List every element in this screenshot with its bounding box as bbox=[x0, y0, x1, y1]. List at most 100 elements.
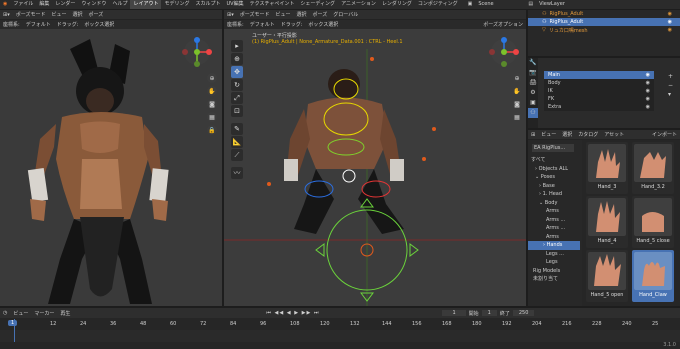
menu-edit[interactable]: 編集 bbox=[36, 0, 52, 9]
asset-tile[interactable]: Hand_4 bbox=[586, 196, 628, 248]
eye-icon[interactable]: ◉ bbox=[646, 72, 650, 78]
eye-icon[interactable]: ◉ bbox=[646, 88, 650, 94]
menu-select[interactable]: 選択 bbox=[293, 11, 309, 18]
grid-icon[interactable]: ▦ bbox=[512, 112, 522, 122]
hand-pan-icon[interactable]: ✋ bbox=[512, 86, 522, 96]
add-icon[interactable]: + bbox=[668, 72, 673, 81]
asset-tile[interactable]: Hand_3.2 bbox=[632, 142, 674, 194]
menu-window[interactable]: ウィンドウ bbox=[78, 0, 109, 9]
menu-marker[interactable]: マーカー bbox=[31, 310, 57, 317]
clock-icon[interactable]: ◷ bbox=[0, 310, 10, 316]
bone-collection-extra[interactable]: Extra ◉ bbox=[544, 103, 654, 111]
menu-help[interactable]: ヘルプ bbox=[109, 0, 130, 9]
pose-tool-icon[interactable]: 〰 bbox=[231, 167, 243, 179]
tab-uv-editing[interactable]: UV編集 bbox=[224, 0, 247, 9]
eye-icon[interactable]: ◉ bbox=[646, 80, 650, 86]
tab-rendering[interactable]: レンダリング bbox=[379, 0, 415, 9]
eye-icon[interactable]: ◉ bbox=[646, 104, 650, 110]
remove-icon[interactable]: − bbox=[668, 81, 673, 90]
scene-icon[interactable]: ⚙ bbox=[528, 88, 538, 98]
grid-icon[interactable]: ▦ bbox=[207, 112, 217, 122]
scene-name[interactable]: Scene bbox=[475, 0, 525, 9]
object-icon[interactable]: ▣ bbox=[528, 98, 538, 108]
view-layer-name[interactable]: ViewLayer bbox=[536, 0, 568, 9]
orientation-select[interactable]: デフォルト bbox=[23, 21, 54, 28]
tab-sculpt[interactable]: スカルプト bbox=[192, 0, 223, 9]
move-icon[interactable]: ✥ bbox=[231, 66, 243, 78]
tool-icon[interactable]: 🔧 bbox=[528, 58, 538, 68]
orientation-select[interactable]: デフォルト bbox=[247, 21, 278, 28]
relax-icon[interactable]: ⟋ bbox=[231, 149, 243, 161]
keyframe-area[interactable] bbox=[0, 330, 680, 342]
catalog-item[interactable]: Rig Models bbox=[528, 267, 580, 276]
menu-render[interactable]: レンダー bbox=[52, 0, 78, 9]
tab-layout[interactable]: レイアウト bbox=[130, 0, 162, 9]
outliner-row[interactable]: ▽ リュカ口鳴mesh ◉ bbox=[528, 26, 680, 34]
transform-icon[interactable]: ⊡ bbox=[231, 105, 243, 117]
bone-collection-ik[interactable]: IK ◉ bbox=[544, 87, 654, 95]
menu-catalog[interactable]: カタログ bbox=[575, 131, 601, 138]
tab-compositing[interactable]: コンポジティング bbox=[415, 0, 461, 9]
tab-modeling[interactable]: モデリング bbox=[161, 0, 192, 9]
mode-select[interactable]: ポーズモード bbox=[13, 11, 49, 18]
scene-icon[interactable]: ▣ bbox=[465, 0, 476, 9]
hand-pan-icon[interactable]: ✋ bbox=[207, 86, 217, 96]
outliner-row-selected[interactable]: ⚇ RigPlus_Adult ◉ bbox=[528, 18, 680, 26]
camera-icon[interactable]: ◙ bbox=[512, 99, 522, 109]
catalog-item[interactable]: Arms ... bbox=[528, 224, 580, 233]
editor-type-icon[interactable]: ⊞▾ bbox=[224, 12, 237, 18]
menu-view[interactable]: ビュー bbox=[272, 11, 293, 18]
menu-view[interactable]: ビュー bbox=[10, 310, 31, 317]
editor-type-icon[interactable]: ⊞▾ bbox=[0, 12, 13, 18]
orientation-global-select[interactable]: グローバル bbox=[330, 11, 361, 18]
catalog-item[interactable]: ⌄ Body bbox=[528, 199, 580, 208]
playhead-frame[interactable]: 1 bbox=[8, 320, 18, 326]
chevron-down-icon[interactable]: ▾ bbox=[668, 90, 673, 99]
menu-pose[interactable]: ポーズ bbox=[86, 11, 107, 18]
catalog-item-selected[interactable]: › Hands bbox=[528, 241, 580, 250]
catalog-item[interactable]: Arms bbox=[528, 207, 580, 216]
tab-shading[interactable]: シェーディング bbox=[297, 0, 338, 9]
asset-tile[interactable]: Hand_5 close bbox=[632, 196, 674, 248]
catalog-item[interactable]: Legs bbox=[528, 258, 580, 267]
bone-collection-main[interactable]: Main ◉ bbox=[544, 71, 654, 79]
view-layer-icon[interactable]: ▤ bbox=[525, 0, 536, 9]
zoom-icon[interactable]: ⊕ bbox=[512, 73, 522, 83]
eye-icon[interactable]: ◉ bbox=[668, 19, 672, 25]
current-frame-field[interactable]: 1 bbox=[442, 310, 466, 316]
playback-controls[interactable]: ⏮ ◀◀ ◀ ▶ ▶▶ ⏭ bbox=[263, 310, 322, 316]
catalog-item[interactable]: 未割り当て bbox=[528, 275, 580, 284]
catalog-item[interactable]: › Base bbox=[528, 182, 580, 191]
menu-pose[interactable]: ポーズ bbox=[310, 11, 331, 18]
lock-icon[interactable]: 🔒 bbox=[207, 125, 217, 135]
menu-view[interactable]: ビュー bbox=[538, 131, 559, 138]
asset-tile[interactable]: Hand_3 bbox=[586, 142, 628, 194]
catalog-item[interactable]: ⌄ Poses bbox=[528, 173, 580, 182]
menu-select[interactable]: 選択 bbox=[559, 131, 575, 138]
mode-select[interactable]: ポーズモード bbox=[237, 11, 273, 18]
zoom-icon[interactable]: ⊕ bbox=[207, 73, 217, 83]
pose-options-button[interactable]: ポーズオプション bbox=[480, 21, 526, 28]
asset-tile-selected[interactable]: Hand_Claw bbox=[632, 250, 674, 302]
scale-icon[interactable]: ⤢ bbox=[231, 92, 243, 104]
tab-animation[interactable]: アニメーション bbox=[338, 0, 379, 9]
menu-file[interactable]: ファイル bbox=[10, 0, 36, 9]
catalog-item[interactable]: すべて bbox=[528, 156, 580, 165]
output-icon[interactable]: 🖨 bbox=[528, 78, 538, 88]
start-field[interactable]: 1 bbox=[481, 310, 497, 316]
armature-data-icon[interactable]: ⚇ bbox=[528, 108, 538, 118]
eye-icon[interactable]: ◉ bbox=[646, 96, 650, 102]
timeline-ruler[interactable]: 1 12 24 36 48 60 72 84 96 108 120 132 14… bbox=[0, 319, 680, 329]
bone-collection-fk[interactable]: FK ◉ bbox=[544, 95, 654, 103]
asset-tile[interactable]: Hand_5 open bbox=[586, 250, 628, 302]
cursor-icon[interactable]: ⊕ bbox=[231, 53, 243, 65]
select-box-icon[interactable]: ▸ bbox=[231, 40, 243, 52]
catalog-item[interactable]: › 1. Head bbox=[528, 190, 580, 199]
render-icon[interactable]: 📷 bbox=[528, 68, 538, 78]
left-nav-gizmo[interactable] bbox=[182, 37, 212, 67]
eye-icon[interactable]: ◉ bbox=[668, 11, 672, 17]
menu-view[interactable]: ビュー bbox=[48, 11, 69, 18]
menu-asset[interactable]: アセット bbox=[601, 131, 627, 138]
tab-texture-paint[interactable]: テクスチャペイント bbox=[247, 0, 298, 9]
annotate-icon[interactable]: ✎ bbox=[231, 123, 243, 135]
